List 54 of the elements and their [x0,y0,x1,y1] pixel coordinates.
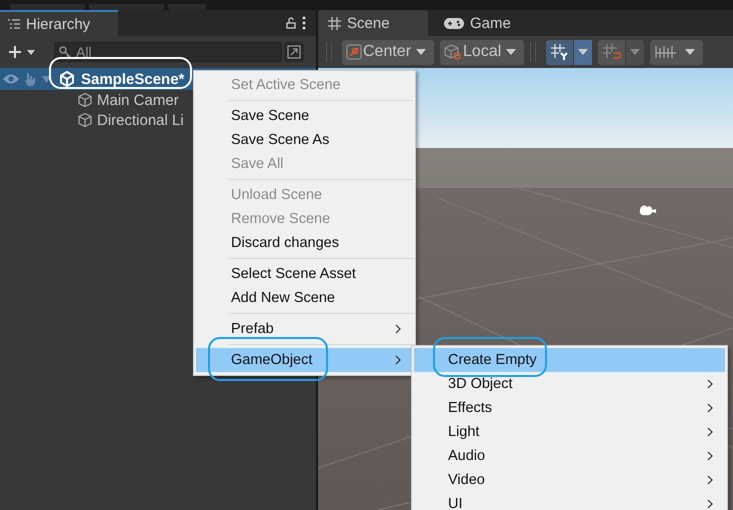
expand-arrow-icon[interactable] [42,76,51,82]
chevron-icon [707,475,713,485]
menu-item[interactable]: Save Scene As [196,128,413,152]
menu-item[interactable]: Light [414,420,725,444]
chevron-icon [707,499,713,509]
space-dropdown[interactable]: Local [440,40,524,64]
hierarchy-item[interactable]: Directional Li [97,112,184,128]
cube-icon [444,44,462,60]
chevron-icon [707,427,713,437]
search-icon [59,46,71,58]
expand-icon[interactable] [284,42,304,62]
pivot-icon [346,44,362,60]
ruler-icon [655,44,678,60]
menu-item[interactable]: Save Scene [196,104,413,128]
menu-item[interactable]: Select Scene Asset [196,262,413,286]
chevron-icon [707,379,713,389]
search-field[interactable]: All [54,42,282,62]
cube-icon [77,112,93,128]
menu-item[interactable]: 3D Object [414,372,725,396]
view-tab[interactable]: Scene [318,10,428,36]
caret-icon [685,49,696,55]
list-icon [8,19,20,29]
cube-icon [77,92,93,108]
gamepad-icon [444,18,464,28]
scene-name: SampleScene* [81,70,184,88]
increment-button[interactable] [650,40,704,64]
caret-icon [578,49,588,55]
grid-icon [551,44,570,60]
chevron-icon [395,355,401,365]
menu-item[interactable]: Create Empty [414,348,725,372]
hierarchy-item[interactable]: Main Camer [97,92,179,108]
menu-item[interactable]: GameObject [196,348,413,372]
menu-item[interactable]: Effects [414,396,725,420]
pivot-dropdown[interactable]: Center [342,40,434,64]
grid-snap-button[interactable] [546,40,592,64]
menu-item[interactable]: UI [414,492,725,510]
lock-icon[interactable] [286,17,296,29]
more-icon[interactable] [302,16,306,30]
snap-button[interactable] [598,40,644,64]
caret-icon [630,49,640,55]
menu-item[interactable]: Audio [414,444,725,468]
chevron-icon [707,403,713,413]
grid-icon [328,16,341,30]
caret-icon [506,49,516,55]
menu-item[interactable]: Discard changes [196,231,413,255]
menu-item[interactable]: Prefab [196,317,413,341]
hierarchy-tab[interactable]: Hierarchy [0,10,118,36]
cube-icon [59,71,75,87]
caret-icon [416,49,426,55]
chevron-icon [395,324,401,334]
menu-item[interactable]: Add New Scene [196,286,413,310]
magnet-grid-icon [603,44,622,60]
chevron-icon [707,451,713,461]
menu-item[interactable]: Video [414,468,725,492]
